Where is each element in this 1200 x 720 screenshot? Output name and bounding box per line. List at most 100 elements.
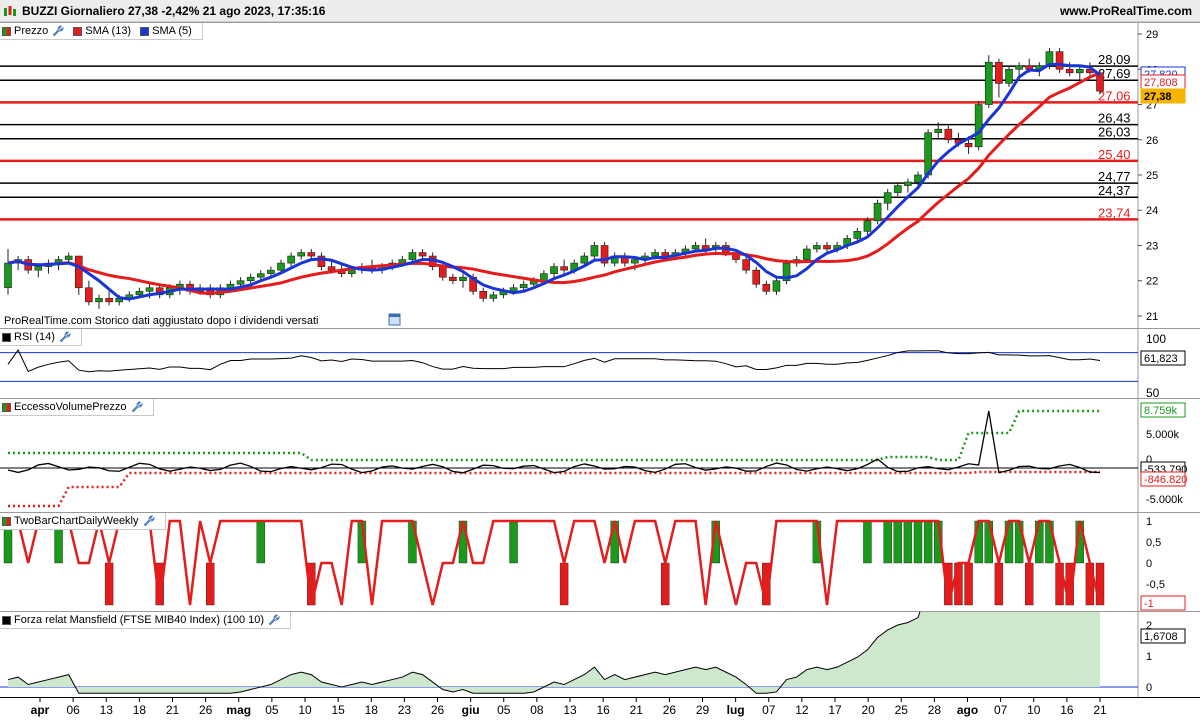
prorealtime-logo-icon — [4, 6, 16, 16]
level-label-4: 26,03 — [1098, 125, 1131, 140]
eccesso-volume-chart[interactable]: 5.000k0-5.000k8.759k-533.790-846.820 — [0, 399, 1200, 512]
candle-body — [1096, 72, 1104, 92]
x-tick-label: 07 — [762, 703, 776, 717]
twobar-bar — [509, 520, 518, 564]
candle-body — [823, 245, 831, 250]
candle-body — [327, 266, 336, 271]
twobar-legend: TwoBarChartDailyWeekly — [0, 513, 166, 530]
candle-body — [105, 298, 113, 303]
price-pane[interactable]: 29282726252423222128,0927,6927,0626,4326… — [0, 22, 1200, 328]
x-tick-label: 25 — [895, 703, 909, 717]
rsi-pane[interactable]: 100 50 61,823 RSI (14) — [0, 328, 1200, 398]
candle-body — [236, 280, 245, 285]
x-tick-label: lug — [727, 703, 745, 717]
legend-item-twobar[interactable]: TwoBarChartDailyWeekly — [2, 515, 155, 527]
twobar-bar — [883, 520, 892, 564]
legend-item-sma5[interactable]: SMA (5) — [140, 25, 192, 37]
legend-item-eccesso[interactable]: EccessoVolumePrezzo — [2, 401, 143, 413]
wrench-icon[interactable] — [52, 25, 64, 37]
calendar-icon-top — [389, 314, 400, 317]
two-value-badge-text: -1 — [1144, 598, 1154, 610]
watermark-text: ProRealTime.com Storico dati aggiustato … — [4, 315, 319, 327]
level-label-3: 26,43 — [1098, 111, 1131, 126]
rsi-line — [7, 349, 1101, 373]
candle-body — [590, 245, 599, 257]
wrench-icon[interactable] — [268, 614, 280, 626]
rsi-chart[interactable]: 100 50 61,823 — [0, 329, 1200, 398]
two-tick: 1 — [1146, 516, 1152, 528]
x-tick-label: 16 — [1060, 703, 1074, 717]
candle-body — [459, 276, 467, 282]
candle-body — [1055, 51, 1064, 70]
level-label-6: 24,77 — [1098, 169, 1131, 184]
twobar-pane[interactable]: 1 0,5 0 -0,5 -1 TwoBarChartDailyWeekly — [0, 512, 1200, 611]
candle-body — [95, 298, 103, 303]
legend-label-rsi: RSI (14) — [14, 331, 55, 343]
legend-label-sma13: SMA (13) — [85, 25, 132, 37]
legend-label-prezzo: Prezzo — [14, 25, 49, 37]
candle-body — [560, 266, 568, 271]
y-tick-label: 21 — [1146, 311, 1158, 323]
rsi-legend: RSI (14) — [0, 329, 82, 346]
legend-label-twobar: TwoBarChartDailyWeekly — [14, 515, 139, 527]
candle-body — [802, 248, 811, 260]
twobar-bar — [893, 520, 902, 564]
y-tick-label: 29 — [1146, 29, 1158, 41]
x-tick-label: 26 — [431, 703, 445, 717]
candle-body — [995, 61, 1003, 84]
twobar-bar — [661, 562, 670, 606]
candle-body — [408, 252, 417, 260]
wrench-icon[interactable] — [131, 401, 143, 413]
ecc-upper-badge-text: 8.759k — [1144, 405, 1178, 417]
candle-body — [853, 231, 862, 239]
candle-body — [287, 255, 295, 264]
legend-label-sma5: SMA (5) — [152, 25, 192, 37]
x-tick-label: 05 — [265, 703, 279, 717]
legend-item-prezzo[interactable]: Prezzo — [2, 25, 64, 37]
twobar-bar — [994, 562, 1004, 606]
eccesso-swatch-icon — [2, 402, 11, 412]
level-label-8: 23,74 — [1098, 205, 1131, 220]
candle-body — [762, 283, 771, 292]
site-url[interactable]: www.ProRealTime.com — [1060, 0, 1192, 22]
candle-body — [438, 266, 447, 278]
time-axis[interactable]: apr 06 13 18 21 26 mag 05 10 15 18 23 26 giu 05 08 13 16 2… — [0, 697, 1200, 720]
candle-body — [772, 280, 781, 292]
eccesso-legend: EccessoVolumePrezzo — [0, 399, 154, 416]
ecc-oscillator-line — [7, 410, 1101, 474]
wrench-icon[interactable] — [59, 331, 71, 343]
legend-item-rsi[interactable]: RSI (14) — [2, 331, 71, 343]
twobar-bar — [903, 520, 913, 564]
x-tick-label: 17 — [828, 703, 842, 717]
legend-item-mansfield[interactable]: Forza relat Mansfield (FTSE MIB40 Index)… — [2, 614, 280, 626]
chart-title: BUZZI Giornaliero 27,38 -2,42% 21 ago 20… — [22, 4, 326, 18]
candle-body — [145, 287, 154, 292]
eccesso-volume-pane[interactable]: 5.000k 0 -5.000k 8.759k -533.790 -846.820 Ecc… — [0, 398, 1200, 512]
y-tick-label: 23 — [1146, 240, 1158, 252]
candle-body — [297, 252, 306, 257]
wrench-icon[interactable] — [143, 515, 155, 527]
candle-body — [85, 287, 93, 303]
level-label-7: 24,37 — [1098, 183, 1131, 198]
price-chart[interactable]: 29282726252423222128,0927,6927,0626,4326… — [0, 23, 1200, 328]
x-tick-label: ago — [957, 703, 978, 717]
x-tick-label: 28 — [928, 703, 942, 717]
mansfield-pane[interactable]: 2 1 0 1,6708 Forza relat Mansfield (FTSE MI… — [0, 611, 1200, 697]
x-tick-label: 07 — [994, 703, 1008, 717]
level-label-0: 28,09 — [1098, 52, 1131, 67]
twobar-swatch-icon — [2, 516, 11, 526]
x-tick-label: 15 — [331, 703, 345, 717]
sma5-swatch-icon — [140, 26, 150, 36]
y-tick-label: 25 — [1146, 170, 1158, 182]
legend-item-sma13[interactable]: SMA (13) — [73, 25, 131, 37]
candle-body — [4, 262, 12, 289]
candle-body — [863, 220, 872, 232]
candle-body — [631, 259, 639, 264]
x-tick-label: giu — [462, 703, 480, 717]
two-tick: 0 — [1146, 558, 1152, 570]
candle-body — [74, 255, 83, 289]
x-tick-label: 10 — [298, 703, 312, 717]
calendar-icon — [388, 313, 401, 326]
twobar-chart[interactable]: 1 0,5 0 -0,5 -1 — [0, 513, 1200, 611]
x-tick-label: 05 — [497, 703, 511, 717]
